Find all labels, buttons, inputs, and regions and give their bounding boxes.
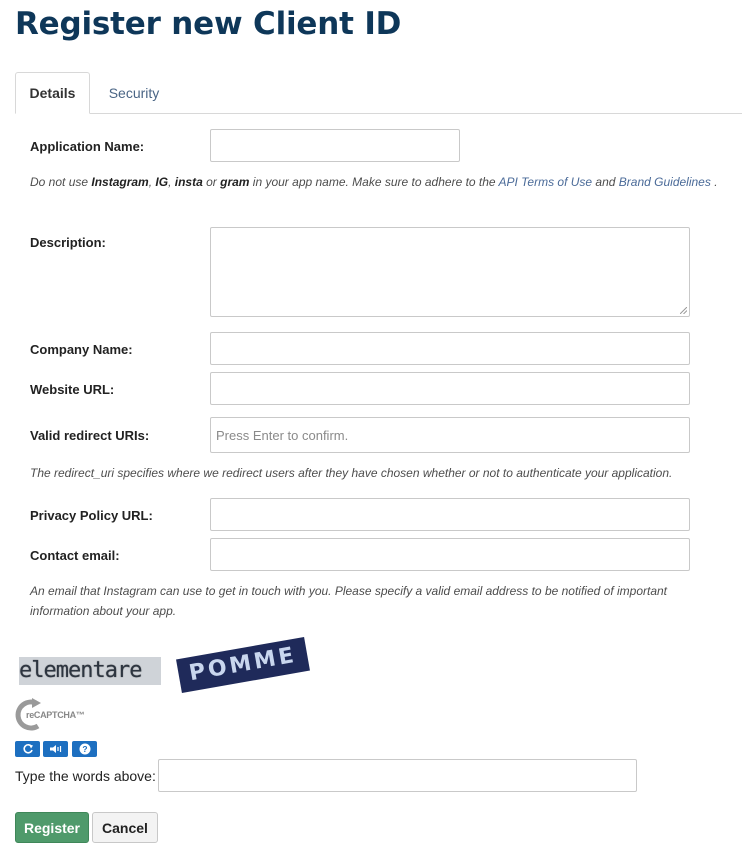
application-name-input[interactable]: [210, 129, 460, 162]
redirect-help: The redirect_uri specifies where we redi…: [30, 466, 673, 480]
website-url-label: Website URL:: [30, 382, 115, 397]
privacy-policy-label: Privacy Policy URL:: [30, 508, 153, 523]
company-name-label: Company Name:: [30, 342, 133, 357]
page-title: Register new Client ID: [15, 6, 402, 42]
captcha-word-image-2: POMME: [176, 636, 310, 694]
captcha-help-button[interactable]: ?: [72, 741, 97, 757]
api-terms-link[interactable]: API Terms of Use: [499, 175, 593, 189]
description-textarea[interactable]: [210, 227, 690, 317]
redirect-uris-input[interactable]: [210, 417, 690, 453]
captcha-input-label: Type the words above:: [15, 768, 156, 784]
tab-details[interactable]: Details: [15, 72, 90, 114]
brand-guidelines-link[interactable]: Brand Guidelines: [619, 175, 711, 189]
contact-email-input[interactable]: [210, 538, 690, 571]
register-button[interactable]: Register: [15, 812, 89, 843]
recaptcha-logo-text: reCAPTCHA™: [26, 710, 85, 720]
audio-captcha-button[interactable]: [43, 741, 68, 757]
cancel-button[interactable]: Cancel: [92, 812, 158, 843]
tab-security[interactable]: Security: [92, 72, 176, 113]
privacy-policy-input[interactable]: [210, 498, 690, 531]
redirect-uris-label: Valid redirect URIs:: [30, 428, 150, 443]
audio-icon: [49, 745, 61, 753]
captcha-response-input[interactable]: [158, 759, 637, 792]
refresh-captcha-button[interactable]: [15, 741, 40, 757]
svg-text:?: ?: [82, 744, 87, 754]
description-label: Description:: [30, 235, 106, 250]
app-name-help: Do not use Instagram, IG, insta or gram …: [30, 175, 718, 189]
website-url-input[interactable]: [210, 372, 690, 405]
refresh-icon: [22, 744, 33, 754]
email-help: An email that Instagram can use to get i…: [30, 584, 668, 618]
contact-email-label: Contact email:: [30, 548, 120, 563]
company-name-input[interactable]: [210, 332, 690, 365]
help-icon: ?: [79, 743, 90, 755]
tab-divider: [15, 113, 742, 114]
recaptcha-logo: reCAPTCHA™: [14, 697, 94, 735]
resize-handle-icon[interactable]: [680, 307, 687, 314]
application-name-label: Application Name:: [30, 139, 145, 154]
captcha-word-image-1: elementare: [19, 657, 161, 685]
